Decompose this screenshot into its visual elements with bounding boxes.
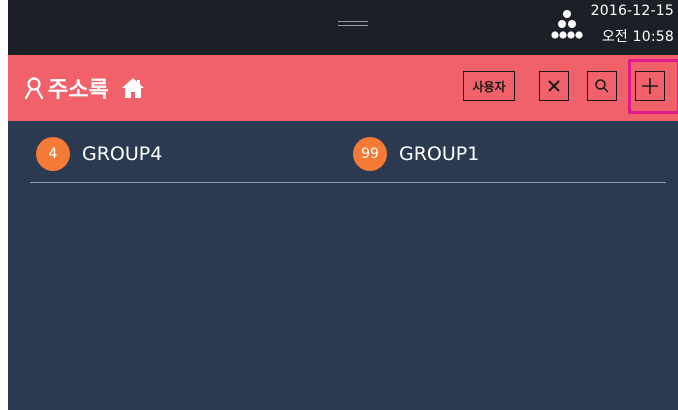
status-bar: 2016-12-15 오전 10:58 — [8, 0, 678, 55]
person-icon — [24, 77, 44, 100]
header-bar: 주소록 사용자 — [8, 55, 678, 121]
group-name: GROUP4 — [82, 143, 163, 165]
group-count-badge: 4 — [36, 137, 70, 171]
group-item[interactable]: 4 GROUP4 — [36, 134, 162, 174]
page-title-group: 주소록 — [24, 72, 145, 104]
close-button[interactable] — [539, 71, 569, 101]
device-screen: 2016-12-15 오전 10:58 주소록 사용자 4 GROUP4 99 … — [8, 0, 678, 410]
user-button[interactable]: 사용자 — [463, 71, 515, 101]
search-icon — [595, 79, 609, 93]
add-button-highlight — [628, 59, 678, 114]
group-count-badge: 99 — [353, 137, 387, 171]
home-icon[interactable] — [121, 77, 145, 99]
list-divider — [30, 182, 666, 183]
network-dots-icon — [551, 10, 583, 39]
page-title: 주소록 — [48, 78, 109, 103]
group-name: GROUP1 — [399, 143, 480, 165]
status-date: 2016-12-15 — [590, 3, 674, 19]
close-icon — [548, 80, 560, 92]
drag-handle-icon[interactable] — [338, 21, 368, 27]
group-item[interactable]: 99 GROUP1 — [353, 134, 479, 174]
status-time: 오전 10:58 — [601, 29, 674, 45]
search-button[interactable] — [587, 71, 617, 101]
